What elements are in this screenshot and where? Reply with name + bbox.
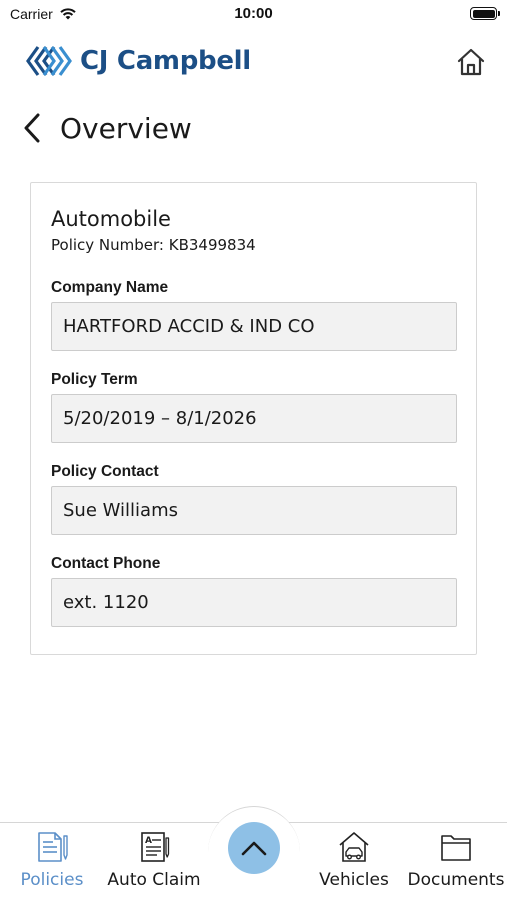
back-button[interactable] <box>22 111 46 145</box>
company-name-value: HARTFORD ACCID & IND CO <box>51 302 457 351</box>
contact-phone-field: Contact Phone ext. 1120 <box>51 555 457 627</box>
tab-policies[interactable]: Policies <box>20 830 84 896</box>
company-name-field: Company Name HARTFORD ACCID & IND CO <box>51 279 457 351</box>
page-title-row: Overview <box>22 108 192 148</box>
home-icon <box>457 48 485 76</box>
tab-label: Policies <box>20 870 84 890</box>
policy-number-label: Policy Number: <box>51 236 164 254</box>
auto-claim-icon: A <box>137 830 171 864</box>
status-time: 10:00 <box>234 5 273 22</box>
brand-logo: CJ Campbell <box>26 44 251 78</box>
policies-icon <box>35 830 69 864</box>
field-label: Company Name <box>51 279 169 296</box>
field-label: Contact Phone <box>51 555 161 572</box>
policy-contact-value: Sue Williams <box>51 486 457 535</box>
tab-label: Auto Claim <box>107 870 201 890</box>
field-label: Policy Term <box>51 371 138 388</box>
tab-auto-claim[interactable]: A Auto Claim <box>107 830 201 896</box>
home-button[interactable] <box>455 46 487 78</box>
app-header: CJ Campbell <box>0 40 507 86</box>
expand-menu-button[interactable] <box>228 822 280 874</box>
cj-campbell-logo-icon <box>26 46 72 76</box>
tab-label: Documents <box>407 870 505 890</box>
contact-phone-value: ext. 1120 <box>51 578 457 627</box>
chevron-left-icon <box>24 113 40 143</box>
tab-documents[interactable]: Documents <box>408 830 504 896</box>
policy-term-field: Policy Term 5/20/2019 – 8/1/2026 <box>51 371 457 443</box>
battery-icon <box>470 7 500 20</box>
tab-label: Vehicles <box>319 870 389 890</box>
policy-term-value: 5/20/2019 – 8/1/2026 <box>51 394 457 443</box>
policy-card: Automobile Policy Number: KB3499834 Comp… <box>30 182 477 655</box>
policy-type: Automobile <box>51 207 171 231</box>
chevron-up-icon <box>241 841 267 856</box>
policy-contact-field: Policy Contact Sue Williams <box>51 463 457 535</box>
page-title: Overview <box>60 111 192 145</box>
brand-name: CJ Campbell <box>80 46 251 76</box>
documents-icon <box>439 830 473 864</box>
vehicles-icon <box>337 830 371 864</box>
svg-text:A: A <box>145 836 152 846</box>
field-label: Policy Contact <box>51 463 159 480</box>
tab-vehicles[interactable]: Vehicles <box>318 830 390 896</box>
policy-number: Policy Number: KB3499834 <box>51 236 256 254</box>
status-bar: Carrier 10:00 <box>0 0 507 28</box>
policy-number-value: KB3499834 <box>168 236 256 254</box>
